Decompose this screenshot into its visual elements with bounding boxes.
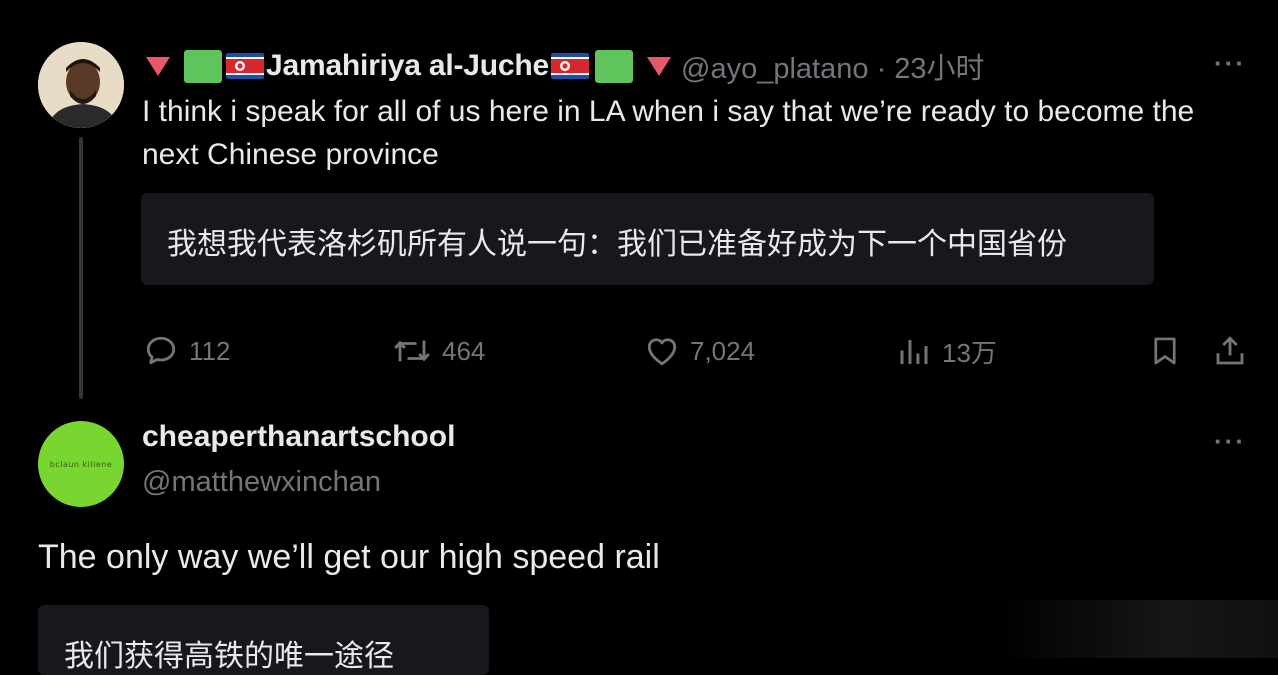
red-triangle-emoji-icon [647, 56, 672, 76]
repost-count: 464 [442, 335, 486, 366]
like-count: 7,024 [690, 335, 756, 366]
green-square-emoji-icon [595, 49, 634, 83]
view-count: 13万 [942, 338, 997, 368]
share-upload-icon [1216, 336, 1244, 365]
user-handle[interactable]: @matthewxinchan [142, 466, 381, 499]
share-button[interactable] [1212, 333, 1248, 369]
translation-text: 我想我代表洛杉矶所有人说一句：我们已准备好成为下一个中国省份 [167, 228, 1067, 261]
repost-arrows-icon [394, 340, 430, 362]
display-name[interactable]: cheaperthanartschool [142, 420, 455, 454]
bookmark-button[interactable] [1148, 333, 1182, 369]
tweet1-header: Jamahiriya al-Juche @ayo_platano · 23小时 [146, 44, 985, 88]
bottom-right-shadow [1000, 600, 1278, 658]
bookmark-icon [1154, 337, 1176, 365]
more-options-button[interactable]: ··· [1214, 48, 1246, 79]
timestamp[interactable]: 23小时 [894, 53, 984, 85]
north-korea-flag-icon [551, 53, 590, 79]
views-button[interactable]: 13万 [896, 333, 997, 370]
user-handle[interactable]: @ayo_platano [681, 53, 868, 85]
translation-text: 我们获得高铁的唯一途径 [64, 640, 394, 673]
translation-box: 我想我代表洛杉矶所有人说一句：我们已准备好成为下一个中国省份 [141, 193, 1154, 285]
reply-count: 112 [189, 335, 231, 366]
like-button[interactable]: 7,024 [644, 333, 755, 369]
handle-and-time: @ayo_platano · 23小时 [681, 45, 985, 87]
avatar-ayo-platano[interactable] [38, 42, 124, 128]
reply-button[interactable]: 112 [143, 333, 230, 369]
red-triangle-emoji-icon [146, 56, 170, 76]
display-name[interactable]: Jamahiriya al-Juche [266, 49, 549, 83]
avatar-logo-text: bclaun kiliene [49, 459, 113, 469]
tweet-text: The only way we’ll get our high speed ra… [38, 538, 660, 576]
avatar-portrait-icon [38, 42, 124, 128]
heart-icon [647, 338, 677, 366]
green-square-emoji-icon [184, 49, 222, 83]
north-korea-flag-icon [226, 53, 264, 79]
separator-dot: · [876, 53, 887, 85]
repost-button[interactable]: 464 [392, 333, 485, 369]
speech-bubble-icon [146, 336, 176, 365]
translation-box: 我们获得高铁的唯一途径 [38, 605, 489, 675]
bar-chart-icon [900, 339, 928, 364]
thread-connector-line [79, 137, 83, 399]
more-options-button[interactable]: ··· [1214, 426, 1246, 457]
tweet-text: I think i speak for all of us here in LA… [142, 95, 1195, 171]
avatar-matthewxinchan[interactable]: bclaun kiliene [38, 421, 124, 507]
